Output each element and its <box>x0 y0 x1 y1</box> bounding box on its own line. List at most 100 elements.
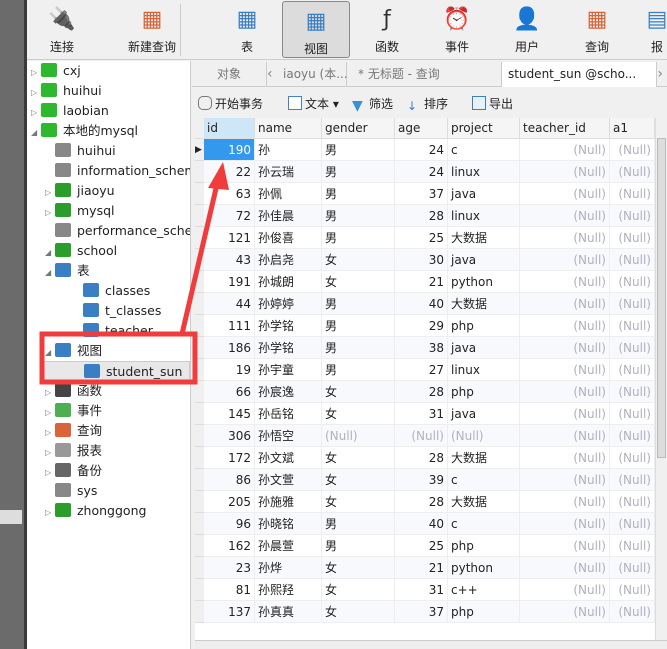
expand-arrow-icon[interactable]: ◢ <box>31 123 41 143</box>
connection-tree[interactable]: ▷ cxj ▷ huihui ▷ laobian ◢ 本地的mysql huihui inform… <box>27 61 191 649</box>
cell-name[interactable]: 孙启尧 <box>255 249 322 271</box>
expand-arrow-icon[interactable]: ▷ <box>45 403 55 423</box>
tree-item[interactable]: ▷ laobian <box>27 101 190 121</box>
cell-gender[interactable]: 男 <box>322 535 395 557</box>
cell-id[interactable]: 111 <box>204 315 255 337</box>
cell-a1[interactable]: (Null) <box>610 271 655 293</box>
cell-age[interactable]: 37 <box>395 601 448 623</box>
toolbar-button-event-clock[interactable]: ⏰ 事件 <box>427 0 487 60</box>
cell-teacher_id[interactable]: (Null) <box>520 227 610 249</box>
tree-item[interactable]: ▷ 报表 <box>27 441 190 461</box>
cell-project[interactable]: c <box>448 513 520 535</box>
cell-age[interactable]: 21 <box>395 557 448 579</box>
expand-arrow-icon[interactable]: ◢ <box>45 343 55 363</box>
cell-project[interactable]: 大数据 <box>448 227 520 249</box>
cell-teacher_id[interactable]: (Null) <box>520 271 610 293</box>
cell-name[interactable]: 孙佩 <box>255 183 322 205</box>
cell-id[interactable]: 44 <box>204 293 255 315</box>
cell-name[interactable]: 孙佳晨 <box>255 205 322 227</box>
toolbar-button-query[interactable]: ▦ 查询 <box>567 0 627 60</box>
cell-id[interactable]: 145 <box>204 403 255 425</box>
cell-a1[interactable]: (Null) <box>610 315 655 337</box>
cell-name[interactable]: 孙学铭 <box>255 337 322 359</box>
cell-id[interactable]: 19 <box>204 359 255 381</box>
cell-age[interactable]: 28 <box>395 491 448 513</box>
cell-gender[interactable]: 男 <box>322 315 395 337</box>
expand-arrow-icon[interactable]: ▷ <box>45 183 55 203</box>
cell-age[interactable]: 38 <box>395 337 448 359</box>
cell-project[interactable]: c <box>448 139 520 161</box>
cell-age[interactable]: (Null) <box>395 425 448 447</box>
cell-name[interactable]: 孙云瑞 <box>255 161 322 183</box>
cell-a1[interactable]: (Null) <box>610 557 655 579</box>
cell-teacher_id[interactable]: (Null) <box>520 535 610 557</box>
tree-item[interactable]: ▷ 备份 <box>27 461 190 481</box>
cell-a1[interactable]: (Null) <box>610 381 655 403</box>
cell-a1[interactable]: (Null) <box>610 513 655 535</box>
cell-a1[interactable]: (Null) <box>610 579 655 601</box>
cell-gender[interactable]: 男 <box>322 513 395 535</box>
cell-gender[interactable]: 女 <box>322 271 395 293</box>
column-header-id[interactable]: id <box>204 118 255 139</box>
cell-gender[interactable]: 女 <box>322 381 395 403</box>
cell-gender[interactable]: 女 <box>322 447 395 469</box>
cell-gender[interactable]: 男 <box>322 359 395 381</box>
tree-item[interactable]: ◢ 表 <box>27 261 190 281</box>
cell-a1[interactable]: (Null) <box>610 183 655 205</box>
cell-teacher_id[interactable]: (Null) <box>520 315 610 337</box>
cell-project[interactable]: c <box>448 469 520 491</box>
tree-item[interactable]: ▷ 事件 <box>27 401 190 421</box>
cell-teacher_id[interactable]: (Null) <box>520 183 610 205</box>
cell-teacher_id[interactable]: (Null) <box>520 491 610 513</box>
expand-arrow-icon[interactable]: ▷ <box>45 463 55 483</box>
cell-gender[interactable]: 男 <box>322 205 395 227</box>
column-header-age[interactable]: age <box>395 118 448 139</box>
cell-a1[interactable]: (Null) <box>610 601 655 623</box>
cell-gender[interactable]: 女 <box>322 579 395 601</box>
tab-2[interactable]: * 无标题 - 查询 <box>352 62 502 87</box>
cell-gender[interactable]: 女 <box>322 403 395 425</box>
cell-id[interactable]: 63 <box>204 183 255 205</box>
column-header-project[interactable]: project <box>448 118 520 139</box>
cell-project[interactable]: 大数据 <box>448 293 520 315</box>
cell-project[interactable]: java <box>448 183 520 205</box>
cell-name[interactable]: 孙施雅 <box>255 491 322 513</box>
cell-name[interactable]: 孙真真 <box>255 601 322 623</box>
cell-a1[interactable]: (Null) <box>610 425 655 447</box>
expand-arrow-icon[interactable]: ▷ <box>45 443 55 463</box>
cell-project[interactable]: java <box>448 337 520 359</box>
cell-gender[interactable]: 女 <box>322 491 395 513</box>
cell-age[interactable]: 29 <box>395 315 448 337</box>
column-header-name[interactable]: name <box>255 118 322 139</box>
cell-a1[interactable]: (Null) <box>610 469 655 491</box>
expand-arrow-icon[interactable]: ▷ <box>31 83 41 103</box>
cell-project[interactable]: php <box>448 601 520 623</box>
tab-1[interactable]: iaoyu (本... <box>277 62 348 87</box>
cell-project[interactable]: php <box>448 535 520 557</box>
cell-project[interactable]: java <box>448 249 520 271</box>
column-header-teacher_id[interactable]: teacher_id <box>520 118 610 139</box>
cell-id[interactable]: 190 <box>204 139 255 161</box>
cell-a1[interactable]: (Null) <box>610 535 655 557</box>
cell-id[interactable]: 186 <box>204 337 255 359</box>
cell-project[interactable]: linux <box>448 359 520 381</box>
cell-project[interactable]: c++ <box>448 579 520 601</box>
begin-transaction-button[interactable]: 开始事务 <box>198 95 263 113</box>
cell-id[interactable]: 172 <box>204 447 255 469</box>
cell-id[interactable]: 43 <box>204 249 255 271</box>
cell-project[interactable]: php <box>448 381 520 403</box>
cell-teacher_id[interactable]: (Null) <box>520 249 610 271</box>
sort-button[interactable]: ↓ 排序 <box>407 95 448 113</box>
cell-id[interactable]: 22 <box>204 161 255 183</box>
expand-arrow-icon[interactable]: ▷ <box>45 383 55 403</box>
tab-3[interactable]: student_sun @scho... <box>502 62 657 87</box>
cell-id[interactable]: 306 <box>204 425 255 447</box>
row-indicator[interactable]: ▶ <box>195 139 204 161</box>
toolbar-button-function[interactable]: ƒ 函数 <box>357 0 417 60</box>
cell-name[interactable]: 孙学铭 <box>255 315 322 337</box>
cell-name[interactable]: 孙晓铭 <box>255 513 322 535</box>
cell-teacher_id[interactable]: (Null) <box>520 403 610 425</box>
tree-item[interactable]: classes <box>27 281 190 301</box>
cell-id[interactable]: 96 <box>204 513 255 535</box>
expand-arrow-icon[interactable]: ▷ <box>45 203 55 223</box>
